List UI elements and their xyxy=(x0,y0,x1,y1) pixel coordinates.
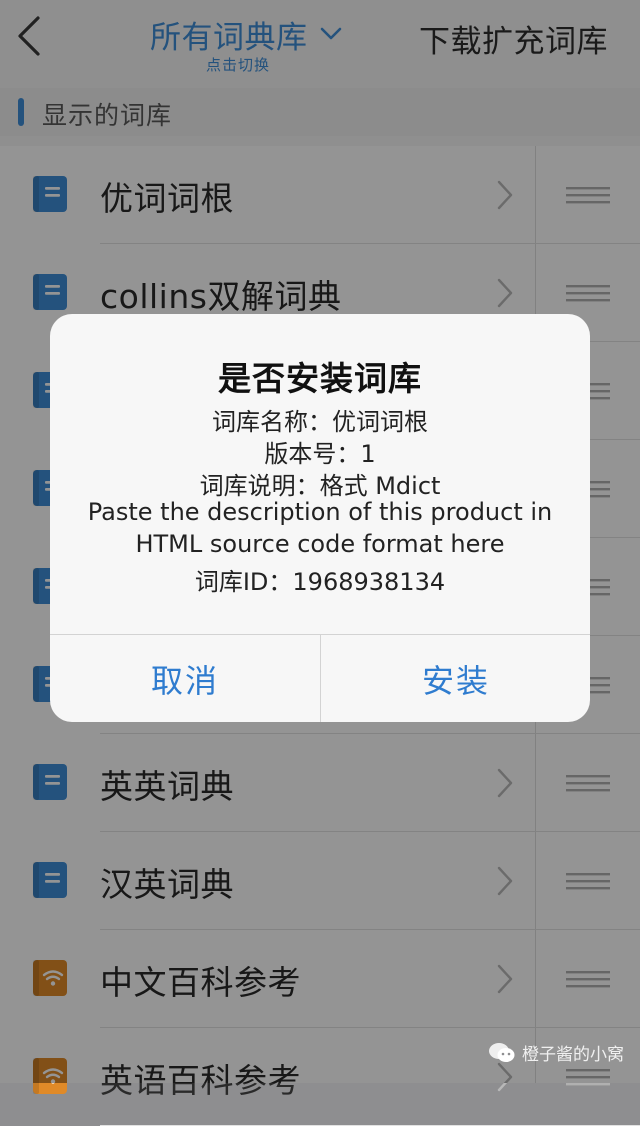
dialog-actions: 取消 安装 xyxy=(50,634,590,722)
cancel-button[interactable]: 取消 xyxy=(50,635,320,722)
dialog-dict-name: 词库名称：优词词根 xyxy=(212,408,428,436)
install-button[interactable]: 安装 xyxy=(320,635,590,722)
dialog-version: 版本号：1 xyxy=(264,440,376,468)
watermark-text: 橙子酱的小窝 xyxy=(522,1045,624,1065)
dialog-description-text: HTML source code format here xyxy=(135,530,505,558)
install-dialog: 是否安装词库 词库名称：优词词根 版本号：1 词库说明：格式 Mdict Pas… xyxy=(50,314,590,722)
dialog-description: 词库说明：格式 Mdict xyxy=(199,472,441,500)
dialog-dict-id: 词库ID：1968938134 xyxy=(194,568,446,596)
watermark: 橙子酱的小窝 xyxy=(488,1040,624,1065)
wechat-icon xyxy=(489,1042,515,1062)
dialog-description-text: Paste the description of this product in xyxy=(87,498,553,526)
dialog-title: 是否安装词库 xyxy=(218,359,422,398)
